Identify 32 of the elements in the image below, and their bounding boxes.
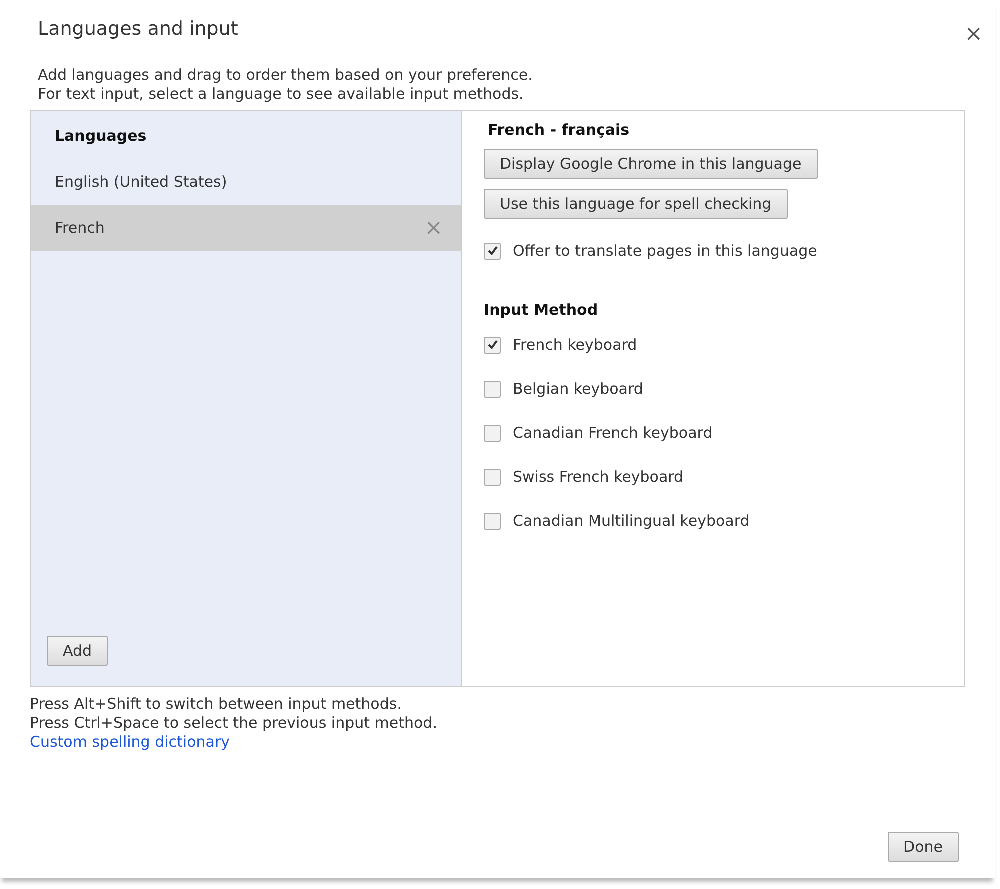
checkbox[interactable] — [484, 336, 501, 354]
language-label: French — [55, 219, 105, 237]
custom-dictionary-link[interactable]: Custom spelling dictionary — [30, 733, 230, 751]
input-method-heading: Input Method — [484, 301, 598, 319]
checkbox-label: Offer to translate pages in this language — [513, 242, 818, 260]
add-button[interactable]: Add — [47, 636, 108, 666]
checkbox[interactable] — [484, 242, 501, 260]
done-button[interactable]: Done — [888, 832, 959, 862]
check-icon — [486, 339, 498, 351]
instruction-text: For text input, select a language to see available input methods. — [38, 85, 525, 104]
close-button[interactable]: × — [960, 22, 987, 47]
checkbox[interactable] — [484, 424, 501, 442]
languages-heading: Languages — [54, 126, 148, 147]
checkbox[interactable] — [484, 380, 501, 398]
language-item[interactable]: French × — [31, 205, 461, 251]
hint-text: Press Alt+Shift to switch between input methods. — [30, 695, 403, 714]
language-label: English (United States) — [55, 173, 228, 191]
language-item[interactable]: English (United States) — [31, 159, 461, 205]
checkbox-label: Swiss French keyboard — [513, 468, 684, 486]
check-icon — [486, 245, 498, 257]
language-heading: French - français — [488, 121, 630, 139]
hint-text: Press Ctrl+Space to select the previous input method. — [30, 714, 438, 733]
checkbox-label: Canadian French keyboard — [513, 424, 713, 442]
checkbox[interactable] — [484, 468, 501, 486]
checkbox-label: Canadian Multilingual keyboard — [513, 512, 750, 530]
language-action-button[interactable]: Use this language for spell checking — [484, 189, 788, 219]
checkbox[interactable] — [484, 512, 501, 530]
dialog-title: Languages and input — [38, 18, 240, 42]
checkbox-label: French keyboard — [513, 336, 638, 354]
instruction-text: Add languages and drag to order them based on your preference. — [38, 66, 534, 85]
language-action-button[interactable]: Display Google Chrome in this language — [484, 149, 818, 179]
checkbox-label: Belgian keyboard — [513, 380, 644, 398]
